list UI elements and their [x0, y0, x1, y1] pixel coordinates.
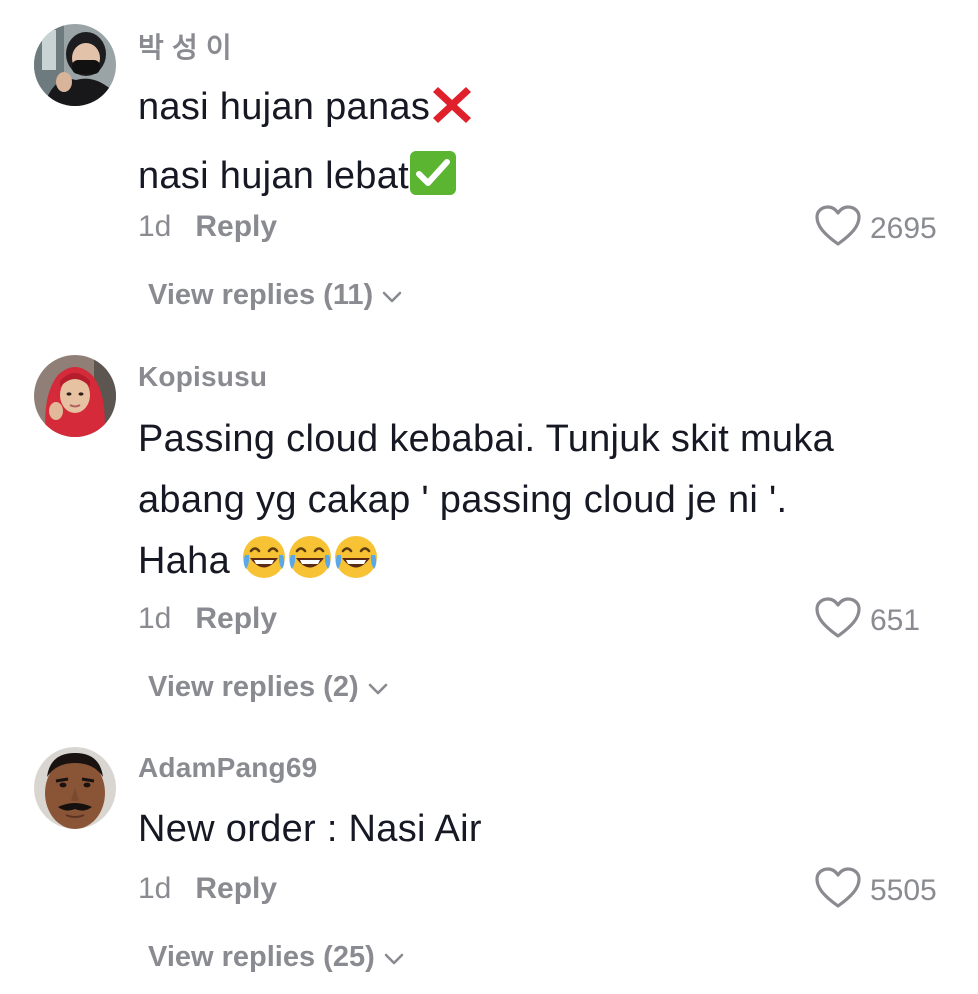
heart-outline-icon: [814, 204, 862, 253]
reply-button[interactable]: Reply: [195, 210, 277, 243]
cross-mark-emoji: [430, 83, 474, 146]
comment-text: Passing cloud kebabai. Tunjuk skit muka …: [138, 409, 938, 600]
view-replies-button[interactable]: View replies (25): [148, 941, 405, 974]
view-replies-label: View replies (11): [148, 279, 374, 311]
comment-meta: 1d Reply: [138, 602, 277, 636]
avatar[interactable]: [34, 355, 116, 437]
comment-text-line: nasi hujan lebat: [138, 155, 410, 197]
comment-text-line: New order : Nasi Air: [138, 808, 482, 850]
view-replies-button[interactable]: View replies (11): [148, 279, 403, 312]
comment-text: nasi hujan panas nasi hujan lebat: [138, 77, 938, 215]
comment-text-line: Haha: [138, 540, 241, 582]
comment-text-line: Passing cloud kebabai. Tunjuk skit muka: [138, 418, 835, 460]
view-replies-label: View replies (2): [148, 671, 359, 703]
heart-outline-icon: [814, 866, 862, 915]
comment-meta: 1d Reply: [138, 872, 277, 906]
like-count: 651: [870, 603, 921, 637]
comment-meta: 1d Reply: [138, 210, 277, 244]
comment-time: 1d: [138, 602, 172, 635]
like-button[interactable]: 2695: [814, 204, 937, 253]
comment-username[interactable]: AdamPang69: [138, 752, 317, 784]
like-button[interactable]: 651: [814, 596, 920, 645]
chevron-down-icon: [381, 279, 403, 312]
avatar[interactable]: [34, 747, 116, 829]
comment-text-line: nasi hujan panas: [138, 86, 431, 128]
check-mark-button-emoji: [409, 150, 457, 215]
reply-button[interactable]: Reply: [195, 872, 277, 905]
like-count: 5505: [870, 873, 937, 907]
view-replies-label: View replies (25): [148, 941, 375, 973]
avatar[interactable]: [34, 24, 116, 106]
face-with-tears-of-joy-emoji: [241, 533, 379, 600]
heart-outline-icon: [814, 596, 862, 645]
chevron-down-icon: [367, 671, 389, 704]
comment-time: 1d: [138, 872, 172, 905]
chevron-down-icon: [383, 941, 405, 974]
comment-time: 1d: [138, 210, 172, 243]
comment-username[interactable]: Kopisusu: [138, 361, 267, 393]
view-replies-button[interactable]: View replies (2): [148, 671, 389, 704]
comment-text-line: abang yg cakap ' passing cloud je ni '.: [138, 479, 788, 521]
comment-text: New order : Nasi Air: [138, 799, 938, 860]
comment-username[interactable]: 박 성 이: [138, 26, 232, 66]
like-count: 2695: [870, 211, 937, 245]
reply-button[interactable]: Reply: [195, 602, 277, 635]
like-button[interactable]: 5505: [814, 866, 937, 915]
